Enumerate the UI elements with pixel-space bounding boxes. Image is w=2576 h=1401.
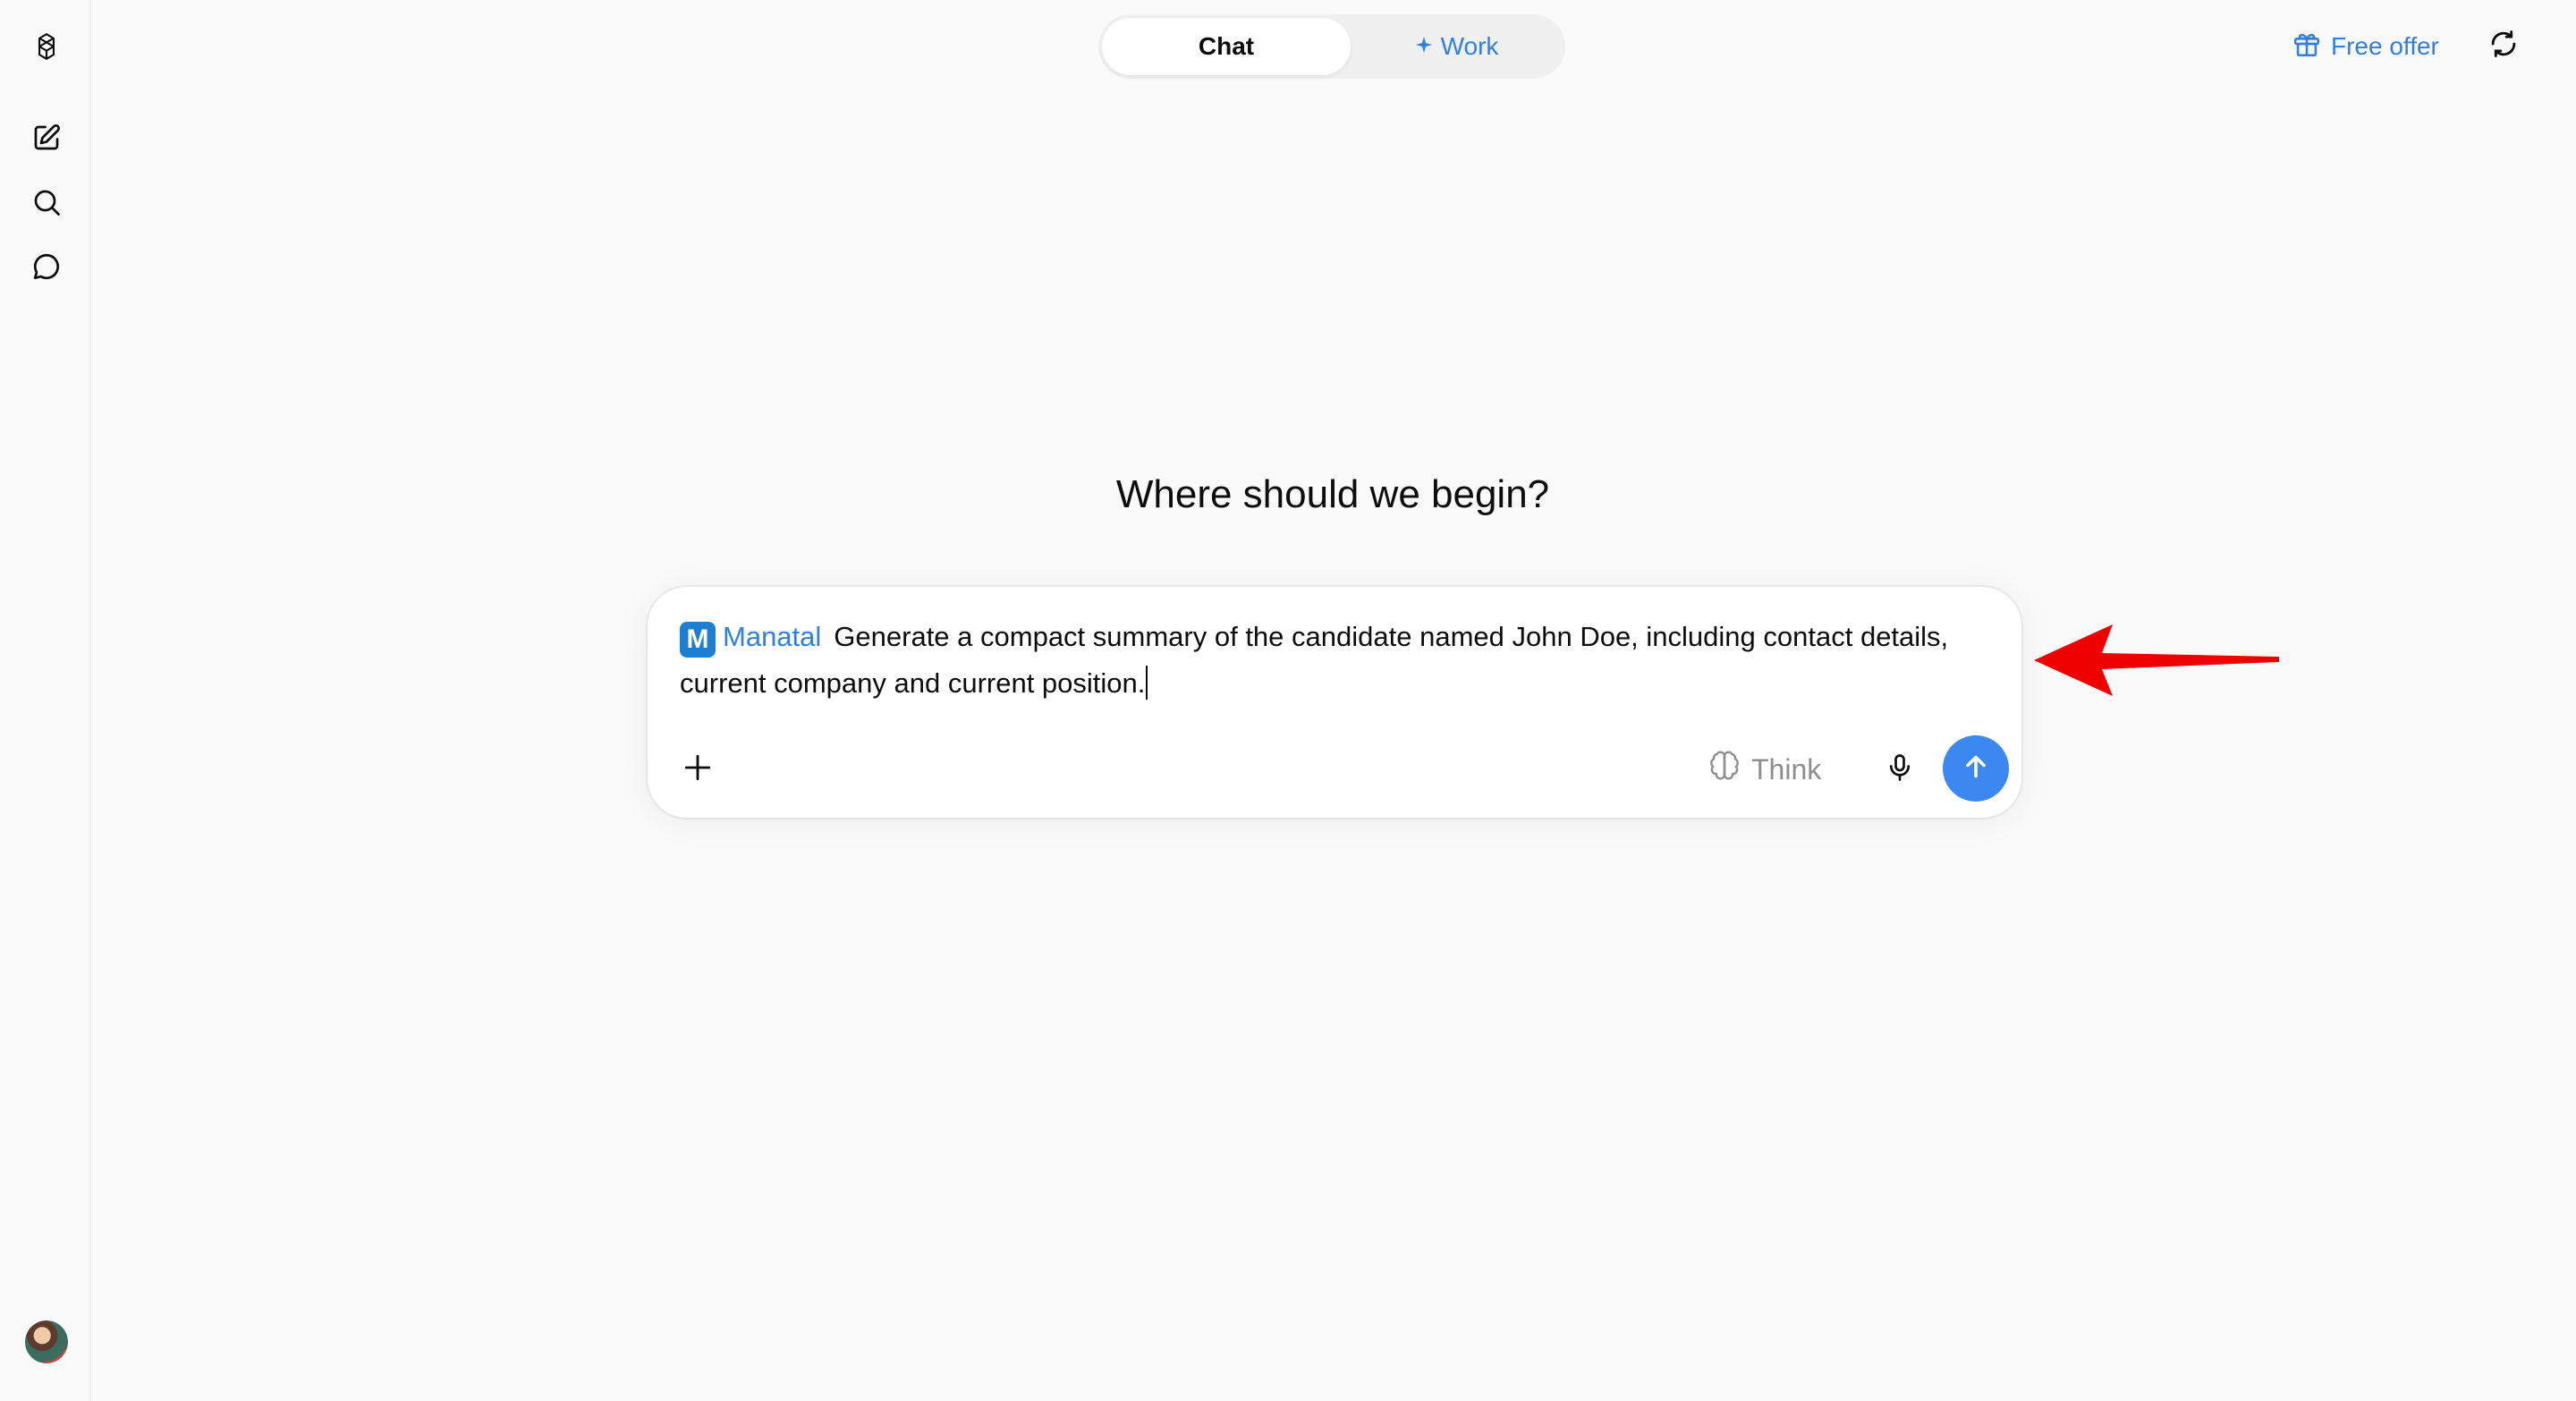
chat-bubble-icon[interactable] (23, 243, 70, 290)
plus-icon (681, 751, 715, 789)
manatal-logo-icon: M (680, 622, 716, 658)
sparkle-icon (1414, 32, 1434, 61)
new-chat-icon[interactable] (23, 115, 70, 161)
app-chip-manatal[interactable]: M Manatal (680, 614, 821, 660)
microphone-button[interactable] (1877, 746, 1923, 793)
free-offer-label: Free offer (2331, 32, 2439, 60)
send-button[interactable] (1943, 735, 2009, 802)
add-attachment-button[interactable] (674, 746, 721, 793)
microphone-icon (1884, 751, 1916, 788)
tab-chat[interactable]: Chat (1102, 18, 1351, 75)
search-icon[interactable] (23, 179, 70, 225)
page-title: Where should we begin? (1115, 472, 1550, 516)
tab-work[interactable]: Work (1351, 18, 1562, 75)
prompt-input[interactable]: M Manatal Generate a compact summary of … (680, 614, 1968, 707)
openai-logo-icon[interactable] (23, 23, 70, 70)
tab-work-label: Work (1440, 32, 1499, 60)
refresh-icon (2487, 27, 2521, 65)
refresh-button[interactable] (2483, 25, 2524, 66)
think-button[interactable]: Think (1708, 746, 1821, 793)
sidebar (0, 0, 91, 1401)
arrow-up-icon (1960, 751, 1992, 787)
think-label: Think (1751, 752, 1822, 785)
gift-icon (2292, 29, 2322, 65)
mode-toggle: Chat Work (1098, 14, 1565, 79)
app-chip-label: Manatal (723, 621, 822, 652)
prompt-composer: M Manatal Generate a compact summary of … (648, 587, 2021, 818)
annotation-arrow (2034, 624, 2279, 696)
tab-chat-label: Chat (1198, 32, 1255, 60)
user-avatar[interactable] (25, 1320, 68, 1363)
prompt-text: Generate a compact summary of the candid… (680, 621, 1949, 699)
free-offer-link[interactable]: Free offer (2292, 27, 2439, 66)
text-caret (1146, 666, 1148, 700)
brain-icon (1708, 750, 1741, 789)
